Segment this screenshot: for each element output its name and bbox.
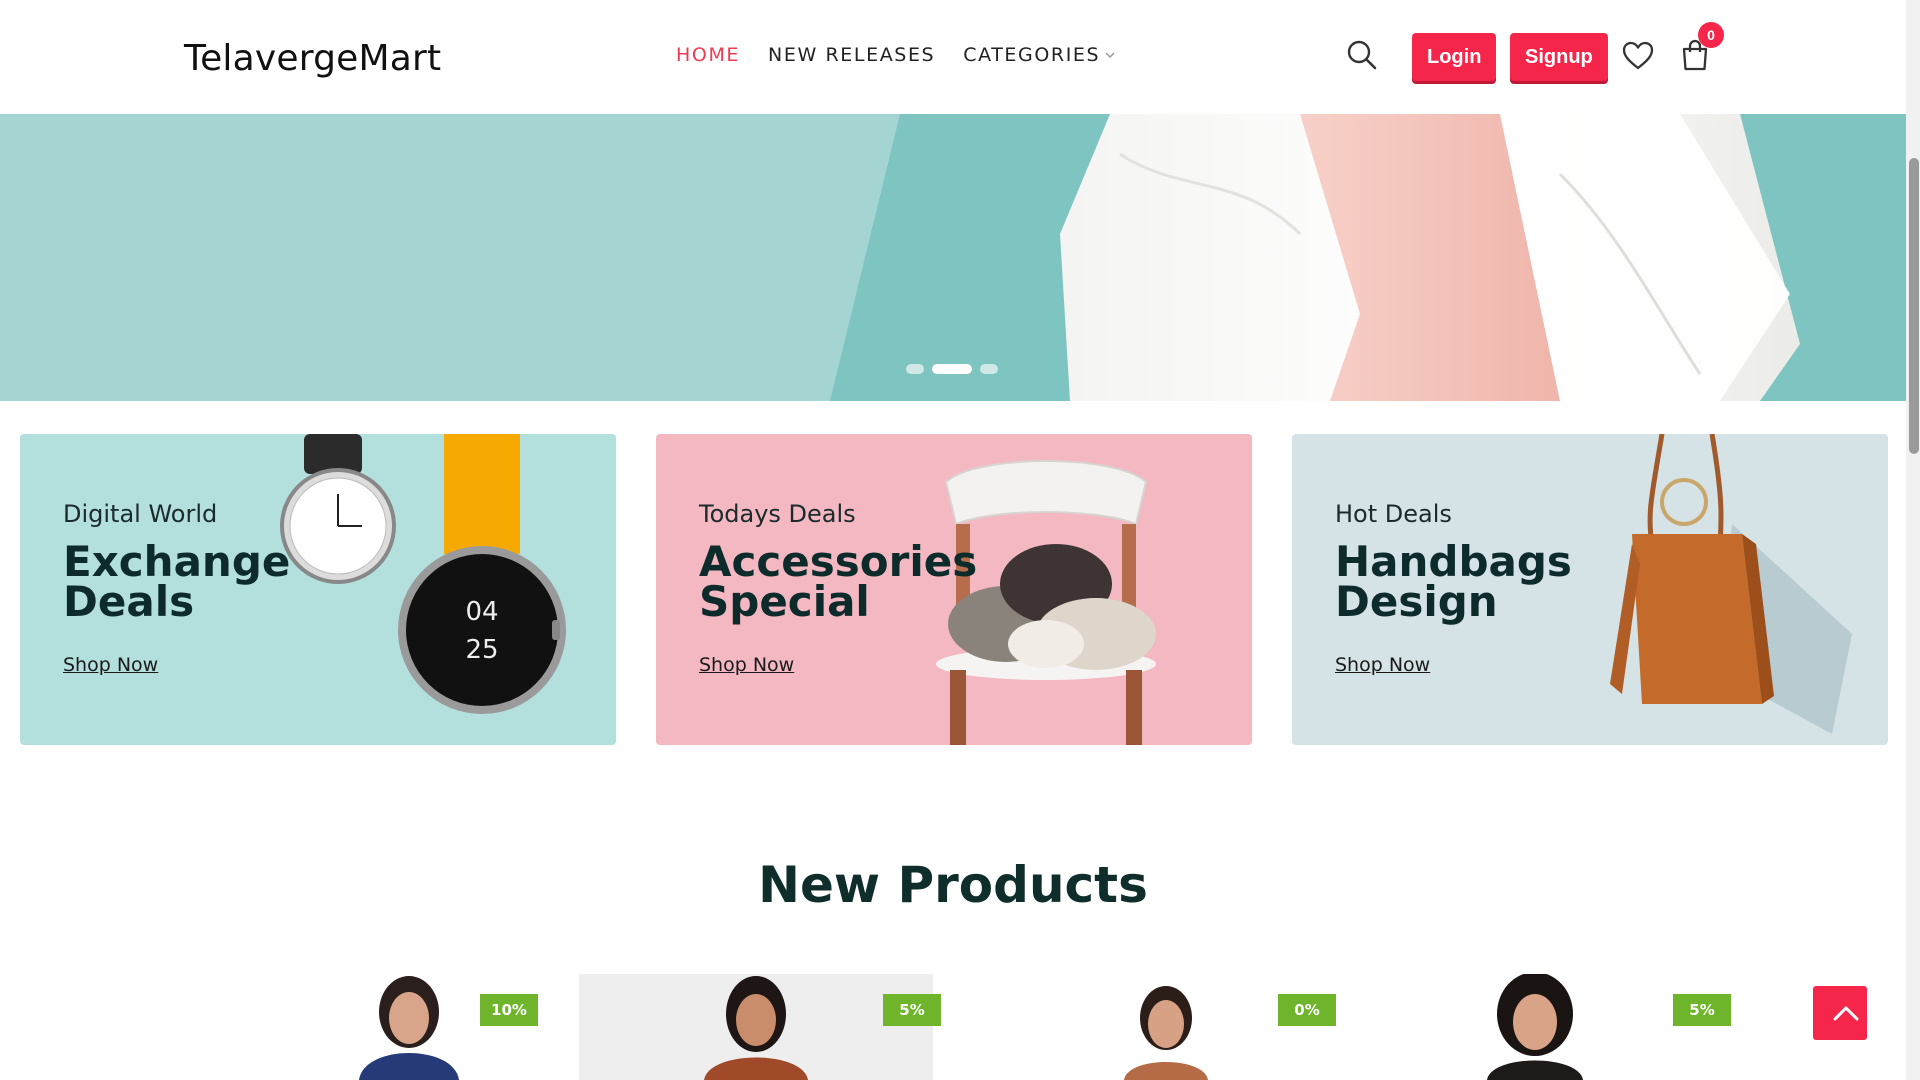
hero-image [0,114,1906,401]
product-card[interactable] [579,974,933,1080]
product-card[interactable] [1395,974,1685,1080]
promo-kicker: Todays Deals [699,500,856,528]
discount-badge: 0% [1278,994,1336,1026]
discount-badge: 5% [883,994,941,1026]
arrow-up-icon [1833,1006,1859,1021]
slider-dot[interactable] [906,364,924,374]
promo-title: Accessories Special [699,537,978,626]
promo-kicker: Hot Deals [1335,500,1452,528]
promo-card-handbags-design[interactable]: Hot Deals Handbags Design Shop Now [1292,434,1888,745]
heart-icon[interactable] [1621,39,1655,73]
product-image [1487,974,1583,1080]
scrollbar-thumb[interactable] [1909,158,1919,454]
nav-home[interactable]: HOME [676,44,740,66]
shop-now-link[interactable]: Shop Now [1335,654,1430,676]
svg-text:04: 04 [465,597,498,627]
slider-dot-active[interactable] [932,364,972,374]
cart-count-badge: 0 [1698,22,1724,48]
discount-badge: 10% [480,994,538,1026]
product-image [1124,986,1208,1080]
svg-text:25: 25 [465,635,498,665]
search-icon[interactable] [1345,38,1379,72]
new-products-heading: New Products [758,856,1148,914]
promo-card-accessories-special[interactable]: Todays Deals Accessories Special Shop No… [656,434,1252,745]
page-scrollbar[interactable] [1906,0,1920,1080]
site-header: TelavergeMart HOME NEW RELEASES CATEGORI… [0,0,1906,114]
promo-card-exchange-deals[interactable]: 04 25 Digital World Exchange Deals Shop … [20,434,616,745]
login-button[interactable]: Login [1412,33,1497,81]
nav-new-releases[interactable]: NEW RELEASES [768,44,935,66]
shop-now-link[interactable]: Shop Now [63,654,158,676]
promo-title: Handbags Design [1335,537,1572,626]
nav-categories-label: CATEGORIES [963,44,1101,66]
hero-slider[interactable] [0,114,1906,401]
signup-button[interactable]: Signup [1510,33,1608,81]
promo-kicker: Digital World [63,500,218,528]
main-nav: HOME NEW RELEASES CATEGORIES [676,44,1116,66]
nav-categories[interactable]: CATEGORIES [963,44,1116,66]
promo-title: Exchange Deals [63,537,291,626]
chevron-down-icon [1105,52,1115,58]
product-image [704,976,808,1080]
slider-dots [906,364,998,374]
shop-now-link[interactable]: Shop Now [699,654,794,676]
scroll-to-top-button[interactable] [1813,986,1867,1040]
slider-dot[interactable] [980,364,998,374]
product-card[interactable] [1016,974,1306,1080]
site-logo[interactable]: TelavergeMart [184,38,441,79]
product-image [359,976,459,1080]
product-card[interactable] [264,974,554,1080]
discount-badge: 5% [1673,994,1731,1026]
handbag-image [1610,434,1852,734]
